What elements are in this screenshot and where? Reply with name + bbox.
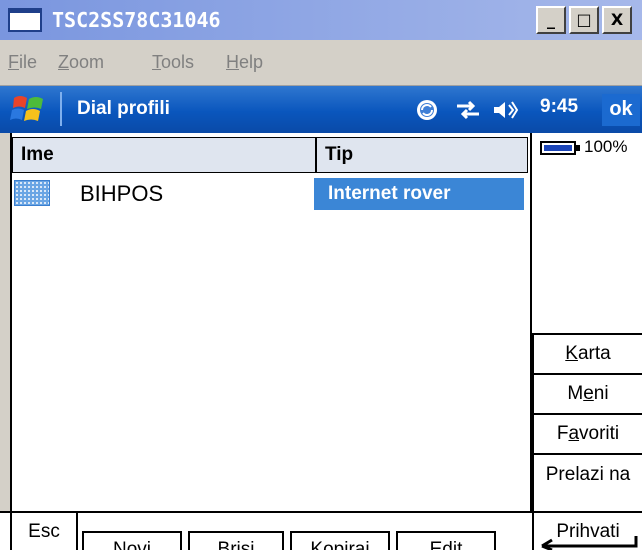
novi-button[interactable]: Novi: [82, 531, 182, 550]
list-item-type[interactable]: Internet rover: [314, 178, 524, 210]
window-titlebar: TSC2SS78C31046 _ □ X: [0, 0, 642, 40]
right-panel: 100% Karta Meni Favoriti Prelazi na: [532, 133, 642, 511]
list-item-name[interactable]: BIHPOS: [80, 181, 163, 207]
esc-button[interactable]: Esc: [10, 513, 78, 550]
window-title: TSC2SS78C31046: [52, 8, 221, 32]
connectivity-icon[interactable]: [455, 100, 481, 120]
clock[interactable]: 9:45: [540, 96, 578, 118]
edit-button[interactable]: Edit: [396, 531, 496, 550]
profile-list[interactable]: Ime Tip BIHPOS Internet rover: [10, 133, 532, 511]
device-titlebar: Dial profili 9:45 ok: [0, 86, 642, 133]
ok-button[interactable]: ok: [602, 94, 640, 126]
column-divider[interactable]: [315, 138, 317, 172]
windows-start-icon[interactable]: [10, 92, 48, 126]
battery-percent: 100%: [584, 137, 628, 156]
list-header: Ime Tip: [12, 137, 528, 173]
karta-button[interactable]: Karta: [532, 333, 642, 373]
window-app-icon: [8, 8, 42, 32]
screen-title: Dial profili: [77, 98, 170, 119]
maximize-button[interactable]: □: [569, 6, 599, 34]
arrow-left-icon: [541, 536, 638, 550]
window-menubar: File Zoom Tools Help: [0, 40, 642, 86]
column-header-type[interactable]: Tip: [321, 138, 353, 172]
favoriti-button[interactable]: Favoriti: [532, 413, 642, 453]
connection-profile-icon: [14, 180, 50, 206]
brisi-button[interactable]: Brisi: [188, 531, 284, 550]
speaker-icon[interactable]: [492, 99, 518, 121]
battery-level: [544, 145, 572, 151]
menu-zoom[interactable]: Zoom: [58, 52, 104, 73]
menu-tools[interactable]: Tools: [152, 52, 194, 73]
menu-file[interactable]: File: [8, 52, 37, 73]
close-button[interactable]: X: [602, 6, 632, 34]
titlebar-divider: [60, 92, 62, 126]
prelazi-na-button[interactable]: Prelazi na: [532, 453, 642, 511]
battery-tip: [576, 145, 580, 151]
menu-help[interactable]: Help: [226, 52, 263, 73]
battery-icon: [540, 141, 576, 155]
kopiraj-button[interactable]: Kopiraj: [290, 531, 390, 550]
column-header-name[interactable]: Ime: [17, 138, 54, 172]
minimize-button[interactable]: _: [536, 6, 566, 34]
sync-icon[interactable]: [415, 98, 439, 122]
meni-button[interactable]: Meni: [532, 373, 642, 413]
